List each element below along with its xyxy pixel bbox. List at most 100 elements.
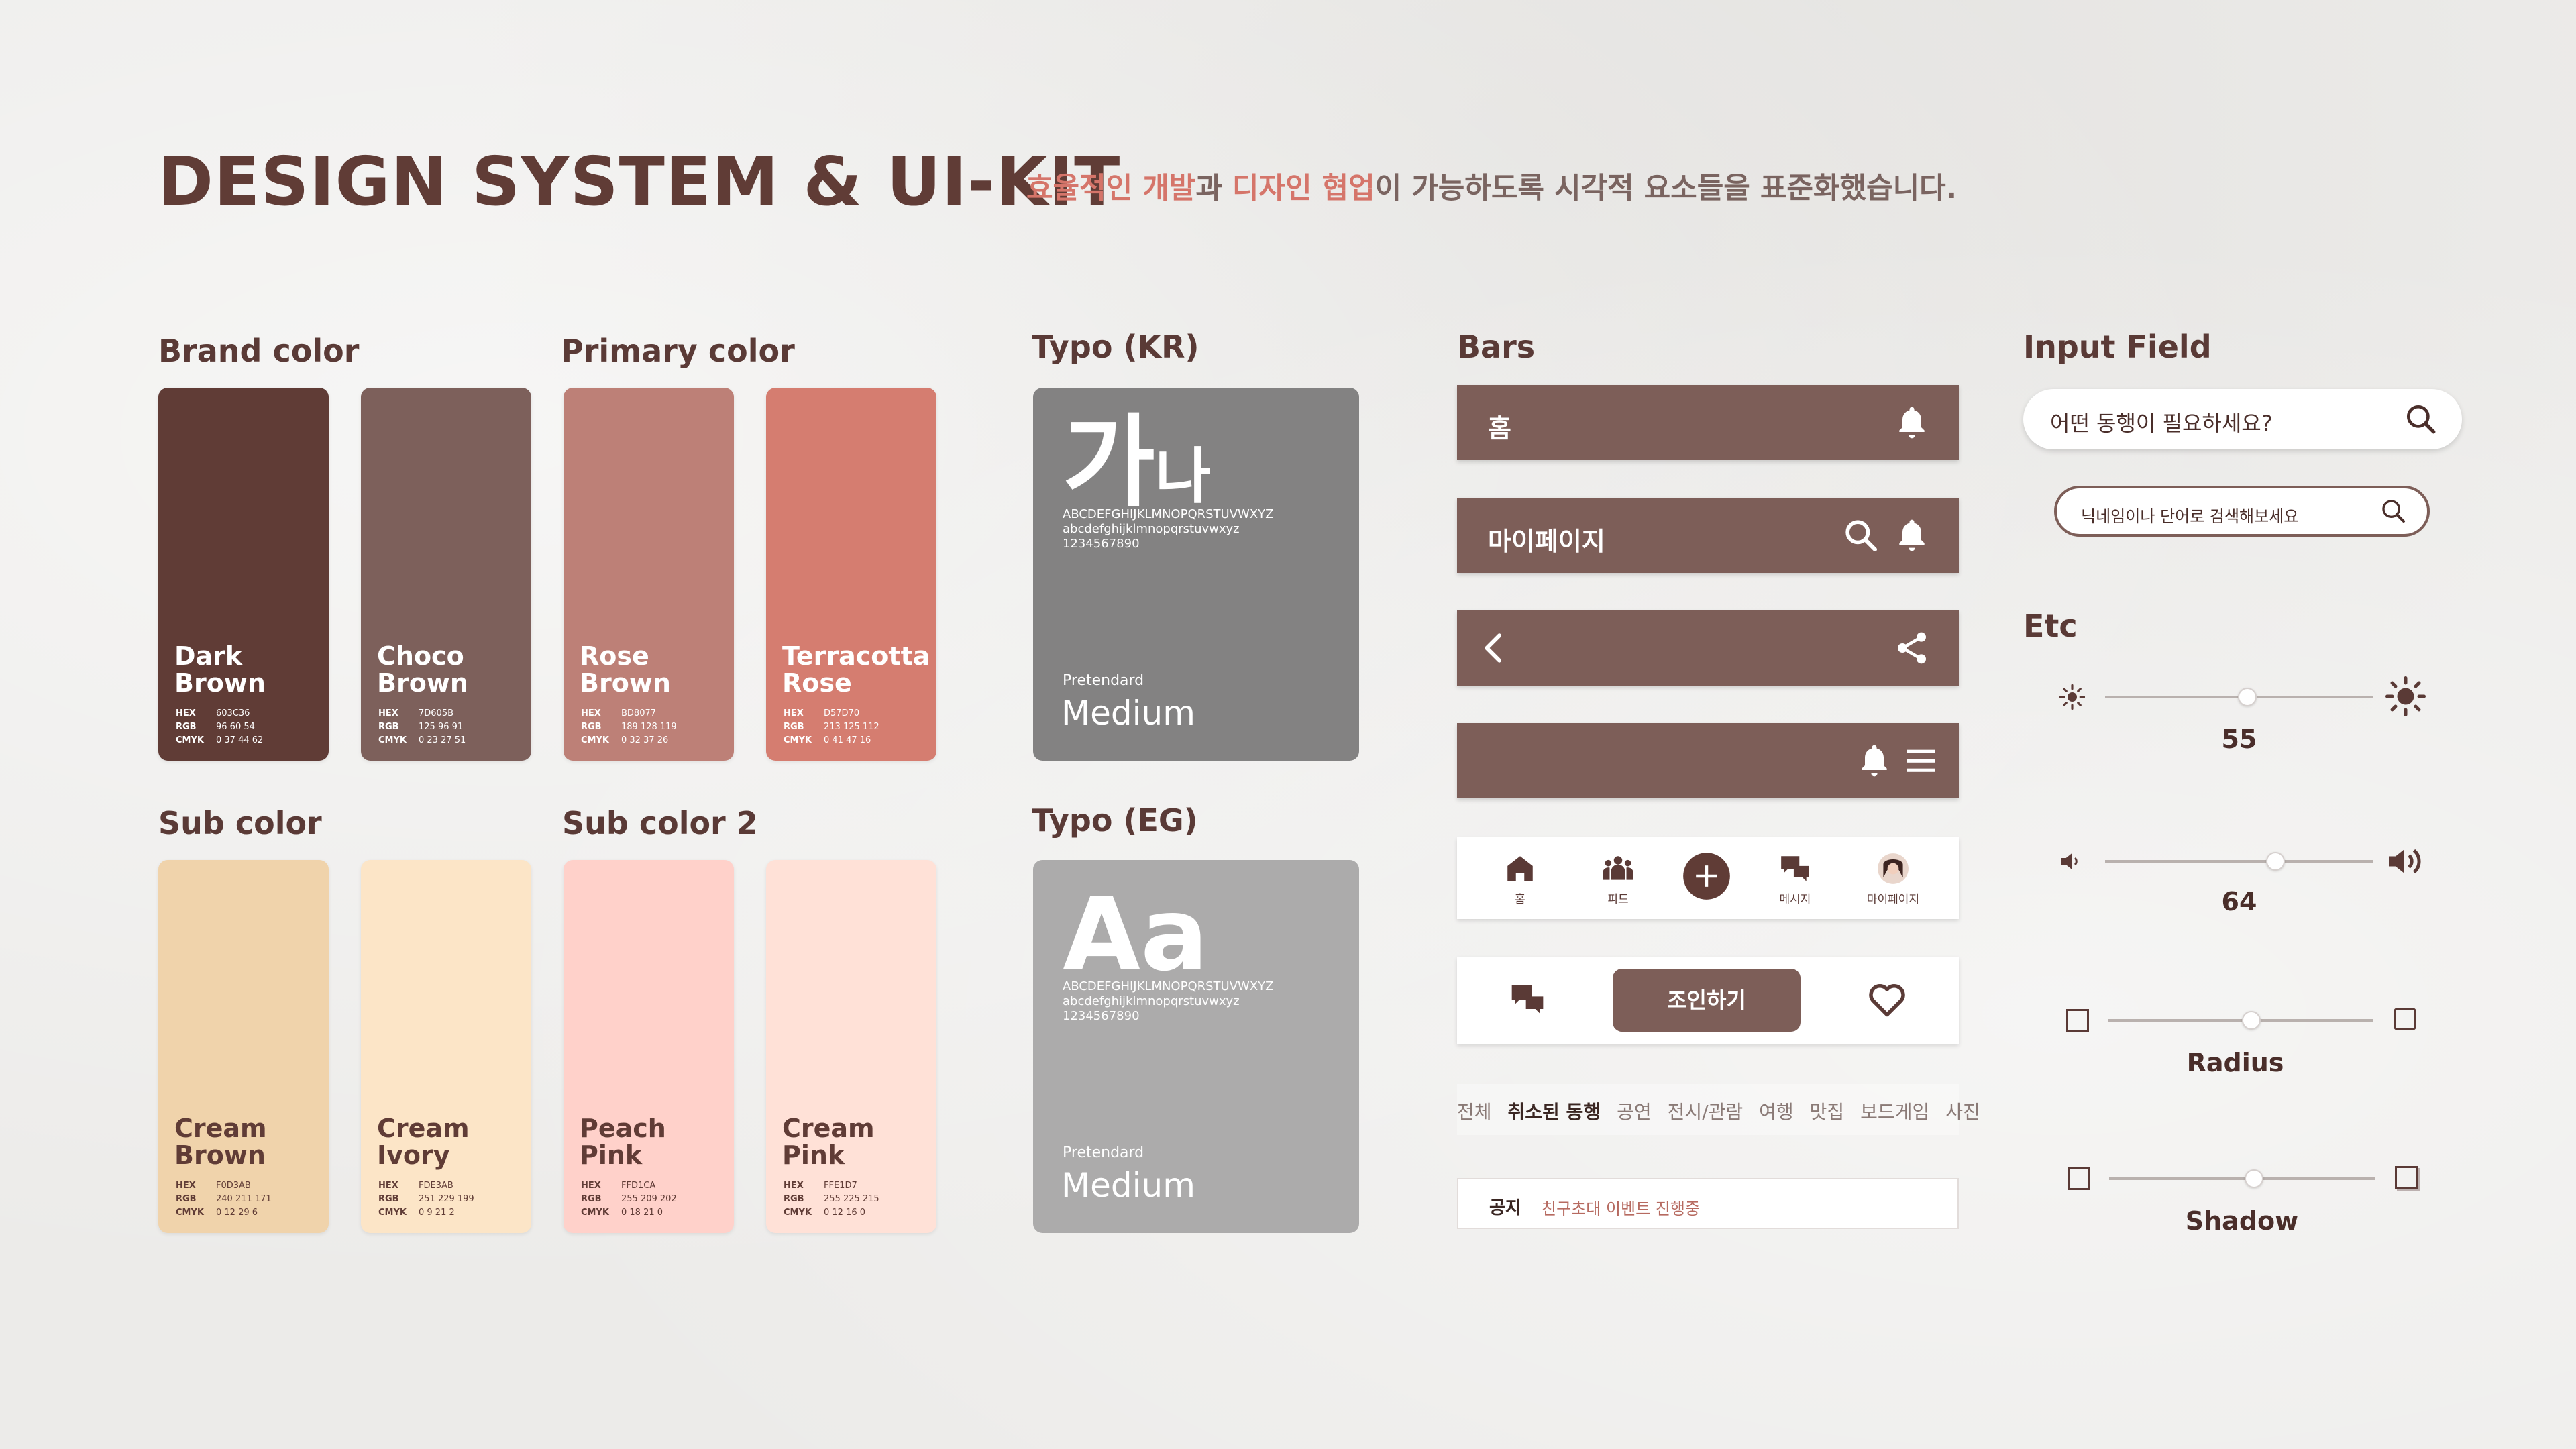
swatch-codes: HEX FDE3AB RGB 251 229 199 CMYK 0 9 21 2 [378,1179,474,1220]
rgb-value: 189 128 119 [621,722,677,732]
volume-slider-track[interactable] [2105,860,2373,863]
rgb-value: 240 211 171 [216,1194,272,1204]
search-icon[interactable] [2380,498,2407,527]
search-input-small[interactable]: 닉네임이나 단어로 검색해보세요 [2054,486,2430,537]
search-placeholder: 어떤 동행이 필요하세요? [2050,411,2273,436]
rgb-value: 255 225 215 [824,1194,879,1204]
hex-value: 7D605B [419,708,454,718]
tagline-text-1: 과 [1195,172,1232,205]
nav-item-message[interactable]: 메시지 [1755,852,1835,906]
swatch-codes: HEX BD8077 RGB 189 128 119 CMYK 0 32 37 26 [581,707,677,747]
swatch-peach-pink: Peach Pink HEX FFD1CA RGB 255 209 202 CMYK… [564,860,734,1233]
bell-icon[interactable] [1893,517,1931,554]
nav-item-feed[interactable]: 피드 [1578,852,1658,906]
bar-title: 홈 [1488,414,1511,443]
cmyk-value: 0 9 21 2 [419,1208,455,1218]
shadow-slider-track[interactable] [2109,1177,2375,1180]
swatch-cream-ivory: Cream Ivory HEX FDE3AB RGB 251 229 199 CMY… [361,860,531,1233]
bell-icon[interactable] [1856,742,1893,780]
tagline-highlight-design: 디자인 협업 [1232,172,1375,205]
detail-top-bar [1457,610,1959,686]
sub-color-label: Sub color [158,805,322,841]
radius-min-square-icon [2066,1009,2089,1032]
swatch-name: Cream Ivory [377,1114,470,1170]
glyphs-uppercase: ABCDEFGHIJKLMNOPQRSTUVWXYZ [1063,979,1274,994]
etc-label: Etc [2023,608,2078,644]
shadow-label: Shadow [2185,1206,2299,1236]
typo-eg-sample: Aa [1063,877,1209,994]
chat-icon[interactable] [1507,981,1548,1021]
rgb-key: RGB [176,1194,197,1204]
plus-circle-icon [1683,853,1730,900]
hamburger-menu-icon[interactable] [1902,742,1940,780]
hex-value: FFE1D7 [824,1181,857,1191]
font-family-name: Pretendard [1063,1144,1144,1161]
hex-key: HEX [581,708,601,718]
tab-exhibition[interactable]: 전시/관람 [1668,1097,1743,1124]
shadow-min-square-icon [2068,1167,2090,1190]
hex-key: HEX [784,708,804,718]
tagline-text-2: 이 가능하도록 시각적 요소들을 표준화했습니다. [1375,172,1957,205]
font-weight-name: Medium [1061,694,1195,733]
brightness-slider-thumb[interactable] [2238,688,2257,706]
radius-slider-thumb[interactable] [2242,1011,2261,1030]
feed-top-bar [1457,723,1959,798]
radius-slider-track[interactable] [2108,1019,2373,1022]
nav-item-mypage[interactable]: 마이페이지 [1853,852,1933,906]
search-icon[interactable] [2404,402,2438,439]
swatch-name: Cream Pink [782,1114,875,1170]
cmyk-key: CMYK [176,1208,204,1218]
tab-food[interactable]: 맛집 [1810,1097,1845,1124]
search-icon[interactable] [1842,517,1880,554]
cmyk-key: CMYK [378,1208,407,1218]
tab-performance[interactable]: 공연 [1617,1097,1652,1124]
tab-travel[interactable]: 여행 [1759,1097,1794,1124]
hex-key: HEX [176,708,196,718]
hex-value: D57D70 [824,708,860,718]
share-icon[interactable] [1893,629,1931,667]
shadow-slider-thumb[interactable] [2245,1169,2263,1188]
avatar-icon [1878,853,1909,884]
heart-icon[interactable] [1866,979,1908,1022]
nav-label: 피드 [1607,893,1629,906]
cmyk-value: 0 41 47 16 [824,735,871,745]
shadow-max-square-icon [2395,1166,2418,1189]
brightness-high-icon [2385,676,2426,719]
cmyk-value: 0 12 16 0 [824,1208,866,1218]
swatch-codes: HEX FFD1CA RGB 255 209 202 CMYK 0 18 21 0 [581,1179,677,1220]
category-tabs: 전체 취소된 동행 공연 전시/관람 여행 맛집 보드게임 사진 [1457,1097,1980,1124]
notice-bar[interactable]: 공지 친구초대 이벤트 진행중 [1457,1178,1959,1229]
tab-all[interactable]: 전체 [1457,1097,1492,1124]
join-action-bar: 조인하기 [1457,957,1959,1044]
swatch-codes: HEX D57D70 RGB 213 125 112 CMYK 0 41 47 16 [784,707,879,747]
brightness-value: 55 [2221,724,2257,754]
nav-label: 홈 [1515,893,1525,906]
nav-item-home[interactable]: 홈 [1480,852,1560,906]
hex-key: HEX [176,1181,196,1191]
nav-item-add[interactable] [1666,851,1747,906]
tab-boardgame[interactable]: 보드게임 [1860,1097,1929,1124]
search-placeholder: 닉네임이나 단어로 검색해보세요 [2081,507,2299,526]
radius-label: Radius [2186,1048,2284,1077]
tab-photo[interactable]: 사진 [1945,1097,1980,1124]
swatch-codes: HEX 7D605B RGB 125 96 91 CMYK 0 23 27 51 [378,707,466,747]
swatch-terracotta-rose: Terracotta Rose HEX D57D70 RGB 213 125 112… [766,388,936,761]
swatch-name: Peach Pink [580,1114,666,1170]
swatch-codes: HEX FFE1D7 RGB 255 225 215 CMYK 0 12 16 0 [784,1179,879,1220]
swatch-cream-pink: Cream Pink HEX FFE1D7 RGB 255 225 215 CMYK… [766,860,936,1233]
hex-value: 603C36 [216,708,250,718]
back-chevron-icon[interactable] [1476,629,1513,667]
nav-label: 마이페이지 [1866,893,1920,906]
volume-value: 64 [2221,887,2257,916]
home-top-bar: 홈 [1457,385,1959,460]
mypage-top-bar: 마이페이지 [1457,498,1959,573]
input-field-label: Input Field [2023,329,2212,365]
tab-cancelled[interactable]: 취소된 동행 [1508,1097,1601,1124]
bell-icon[interactable] [1893,404,1931,441]
cmyk-value: 0 32 37 26 [621,735,669,745]
rgb-value: 251 229 199 [419,1194,474,1204]
volume-slider-thumb[interactable] [2266,852,2285,871]
search-input-large[interactable]: 어떤 동행이 필요하세요? [2023,389,2462,449]
glyphs-lowercase: abcdefghijklmnopqrstuvwxyz [1063,994,1240,1008]
join-button[interactable]: 조인하기 [1613,969,1801,1032]
